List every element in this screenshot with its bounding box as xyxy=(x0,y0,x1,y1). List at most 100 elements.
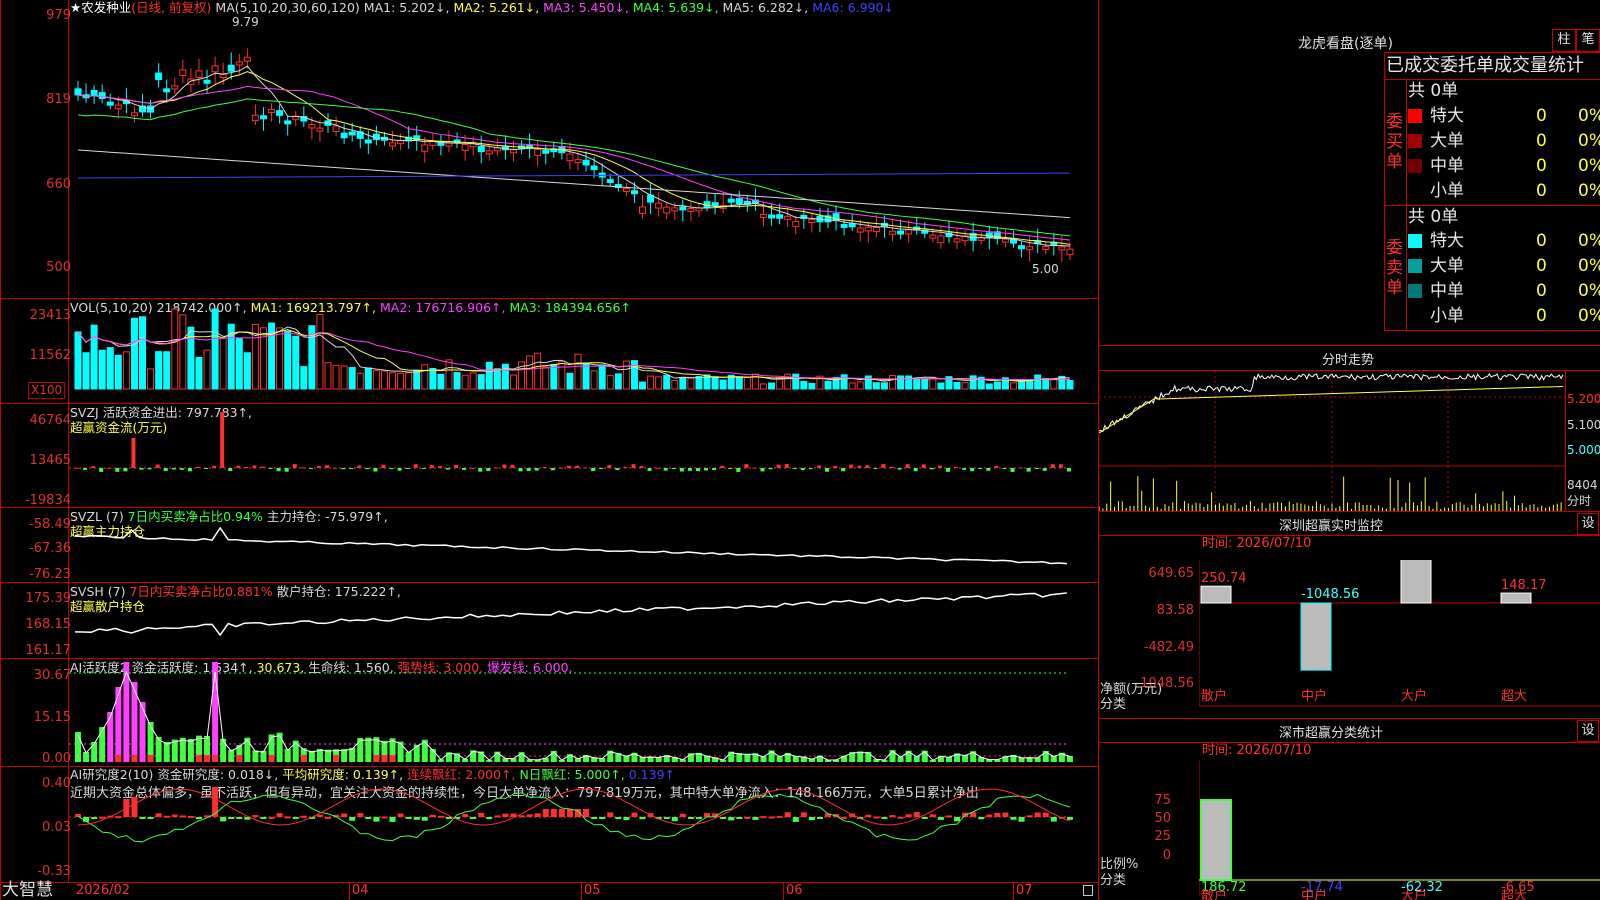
volume-bar xyxy=(389,372,397,390)
candle-body xyxy=(130,112,138,117)
candle-body xyxy=(848,223,856,228)
flow-bar xyxy=(1042,468,1047,471)
intraday-vol-label: 分时 xyxy=(1567,494,1592,508)
candlestick-chart[interactable] xyxy=(69,0,1098,298)
activity-bar xyxy=(139,702,146,762)
activity-bar xyxy=(179,737,186,762)
tick-mode-button[interactable]: 笔 xyxy=(1576,29,1600,52)
candle-body xyxy=(937,235,945,244)
flow-bar xyxy=(333,467,338,469)
monitor-bar xyxy=(1300,602,1332,671)
research-bar xyxy=(954,817,961,822)
svzj-chart[interactable] xyxy=(69,404,1098,507)
stats-time: 时间: 2026/07/10 xyxy=(1202,743,1312,758)
flow-bar xyxy=(349,468,354,469)
ma-line xyxy=(77,65,1070,247)
volume-bar xyxy=(735,376,743,390)
flow-bar xyxy=(365,468,370,470)
candle-body xyxy=(316,127,324,132)
volume-chart[interactable] xyxy=(69,299,1098,403)
research-bar xyxy=(639,817,646,820)
research-bar xyxy=(994,812,1001,817)
research-bar xyxy=(978,817,985,820)
activity-mark xyxy=(115,755,122,762)
research-bar xyxy=(518,815,525,818)
research-bar xyxy=(260,817,267,819)
monitor-settings-button[interactable]: 设 xyxy=(1577,513,1599,535)
flow-bar xyxy=(373,468,378,472)
flow-bar xyxy=(494,467,499,469)
price-tick: 979 xyxy=(46,8,71,23)
monitor-bar-value: 148.17 xyxy=(1501,578,1547,593)
activity-mark xyxy=(204,755,211,762)
lock-icon[interactable] xyxy=(1083,885,1093,896)
activity-bar xyxy=(1066,755,1073,762)
volume-bar xyxy=(171,308,179,390)
flow-bar xyxy=(244,466,249,468)
order-percent: 0% xyxy=(1578,306,1600,326)
intraday-chart[interactable] xyxy=(1099,371,1565,511)
flow-bar xyxy=(954,466,959,468)
flow-bar xyxy=(615,468,620,471)
flow-bar xyxy=(768,468,773,470)
volume-bar xyxy=(606,374,614,390)
research-bar xyxy=(905,814,912,817)
svzl-tick: -76.23 xyxy=(29,567,71,582)
flow-bar xyxy=(155,464,160,468)
candle-body xyxy=(98,92,106,99)
flow-bar xyxy=(534,468,539,471)
order-size-label: 大单 xyxy=(1430,256,1464,276)
research-bar xyxy=(437,815,444,818)
volume-bar xyxy=(719,379,727,390)
research-bar xyxy=(1026,815,1033,818)
monitor-bar-chart[interactable]: 250.74散户-1048.56中户649.65大户148.17超大 xyxy=(1199,560,1600,714)
research-bar xyxy=(865,814,872,817)
candle-body xyxy=(711,202,719,207)
volume-bar xyxy=(155,351,163,390)
volume-bar xyxy=(792,373,800,390)
research-bar xyxy=(542,809,549,817)
activity-bar xyxy=(276,732,283,762)
volume-bar xyxy=(469,372,477,390)
research-bar xyxy=(687,817,694,819)
ai-active-chart[interactable] xyxy=(69,659,1098,766)
research-line xyxy=(77,788,1071,826)
vol-unit-badge: X100 xyxy=(28,382,66,399)
activity-mark xyxy=(389,755,396,762)
activity-mark xyxy=(268,755,275,762)
ai-research-tick: 0.03 xyxy=(42,820,71,835)
dragon-panel-title: 龙虎看盘(逐单) xyxy=(1298,36,1393,52)
volume-bar xyxy=(276,327,284,390)
flow-bar xyxy=(1034,468,1039,469)
order-size-label: 小单 xyxy=(1430,181,1464,201)
research-bar xyxy=(663,817,670,819)
ai-research-chart[interactable] xyxy=(69,767,1098,882)
flow-bar xyxy=(655,467,660,469)
flow-bar xyxy=(929,468,934,470)
research-bar xyxy=(550,809,557,817)
bar-mode-button[interactable]: 柱 xyxy=(1552,29,1576,52)
flow-bar xyxy=(792,468,797,469)
date-tick: 07 xyxy=(1016,883,1033,898)
research-bar xyxy=(816,817,823,819)
flow-bar xyxy=(510,464,515,468)
flow-bar xyxy=(889,466,894,468)
flow-bar xyxy=(357,465,362,468)
candle-body xyxy=(171,85,179,90)
ai-active-tick: 15.15 xyxy=(33,710,71,725)
stats-settings-button[interactable]: 设 xyxy=(1577,720,1599,742)
svsh-tick: 175.39 xyxy=(25,591,72,606)
order-count: 0 xyxy=(1536,231,1547,251)
legend-swatch xyxy=(1408,234,1422,248)
flow-bar xyxy=(994,466,999,468)
candle-body xyxy=(582,159,590,166)
flow-bar xyxy=(897,468,902,470)
sell-order-row: 中单 0 0% xyxy=(1408,280,1600,302)
flow-bar xyxy=(712,468,717,471)
order-count: 0 xyxy=(1536,106,1547,126)
svsh-chart[interactable] xyxy=(69,583,1098,658)
stats-bar-chart[interactable]: 186.72散户-17.74中户-62.32大户-6.65超大 xyxy=(1199,760,1600,900)
svzl-chart[interactable] xyxy=(69,508,1098,582)
order-size-label: 特大 xyxy=(1430,231,1464,251)
buy-order-row: 特大 0 0% xyxy=(1408,105,1600,127)
